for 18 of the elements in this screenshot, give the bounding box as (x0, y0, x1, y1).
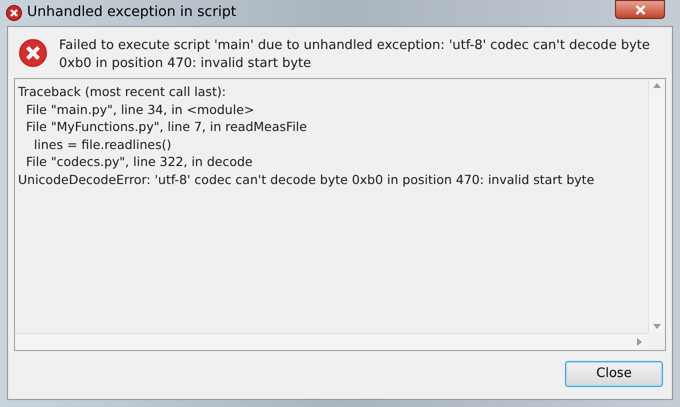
scroll-right-icon[interactable] (637, 338, 642, 346)
error-message: Failed to execute script 'main' due to unhandled exception: 'utf-8' codec can't decode byte 0xb0 in position 470: invalid start byte (59, 37, 651, 73)
close-icon (634, 4, 646, 14)
close-button[interactable] (615, 0, 665, 19)
traceback-line: lines = file.readlines() (32, 136, 172, 153)
scroll-down-icon[interactable] (653, 324, 661, 329)
vertical-scrollbar[interactable] (648, 79, 665, 333)
window-title: Unhandled exception in script (27, 3, 236, 22)
traceback-line: File "main.py", line 34, in <module> (24, 100, 254, 118)
traceback-line: UnicodeDecodeError: 'utf-8' codec can't decode byte 0xb0 in position 470: invalid start byte (18, 170, 594, 188)
traceback-line: File "codecs.py", line 322, in decode (24, 153, 253, 170)
traceback-line: Traceback (most recent call last): (18, 83, 226, 100)
error-icon (6, 5, 22, 21)
error-icon (17, 37, 49, 69)
scroll-up-icon[interactable] (653, 83, 661, 88)
horizontal-scrollbar[interactable] (15, 333, 648, 350)
traceback-line: File "MyFunctions.py", line 7, in readMeasFile (24, 118, 307, 136)
close-button[interactable]: Close (565, 361, 663, 387)
